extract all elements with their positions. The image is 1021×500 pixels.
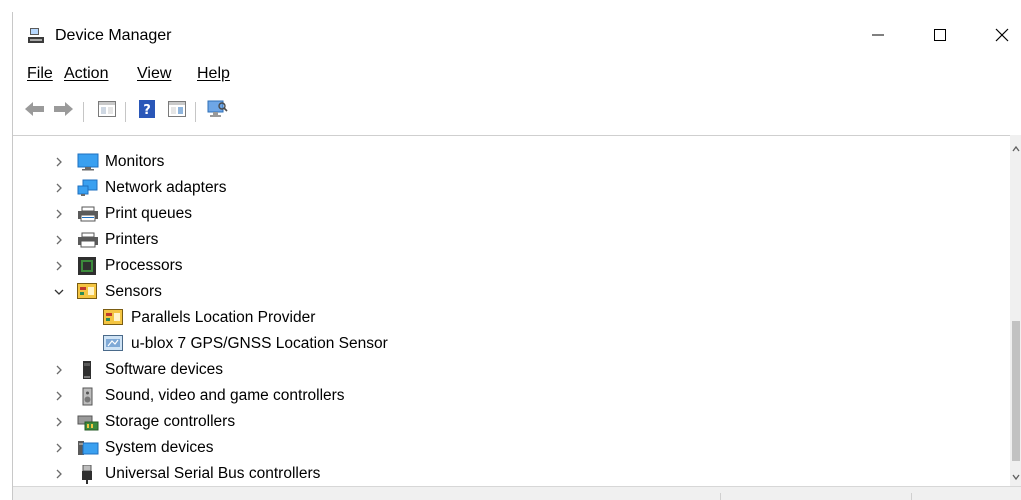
menu-bar: File Action View Help xyxy=(13,62,1021,86)
close-button[interactable] xyxy=(979,12,1021,58)
tree-item-processors[interactable]: Processors xyxy=(13,253,1003,279)
scan-hardware-icon xyxy=(206,100,228,122)
chevron-right-icon[interactable] xyxy=(53,390,65,402)
minimize-button[interactable] xyxy=(855,12,901,58)
tree-item-label: Printers xyxy=(105,231,159,248)
device-tree: Monitors Network adapters Print queues P… xyxy=(13,135,1010,486)
menu-file[interactable]: File xyxy=(27,65,53,83)
tree-item-sound-video-game[interactable]: Sound, video and game controllers xyxy=(13,383,1003,409)
help-button[interactable]: ? xyxy=(135,100,159,122)
tree-item-printers[interactable]: Printers xyxy=(13,227,1003,253)
sensor-icon xyxy=(77,283,97,301)
update-driver-button[interactable] xyxy=(165,100,189,122)
chevron-right-icon[interactable] xyxy=(53,260,65,272)
window-title: Device Manager xyxy=(55,27,172,44)
chevron-right-icon[interactable] xyxy=(53,442,65,454)
tree-item-label: Software devices xyxy=(105,361,224,378)
menu-view[interactable]: View xyxy=(137,65,171,83)
system-devices-icon xyxy=(77,439,99,457)
tree-item-network-adapters[interactable]: Network adapters xyxy=(13,175,1003,201)
sensor-device-icon xyxy=(103,309,123,327)
chevron-right-icon[interactable] xyxy=(53,208,65,220)
tree-item-parallels-location-provider[interactable]: Parallels Location Provider xyxy=(13,305,1003,331)
forward-arrow-icon xyxy=(52,101,74,121)
toolbar-separator xyxy=(195,102,196,122)
gps-sensor-icon xyxy=(103,335,123,353)
chevron-right-icon[interactable] xyxy=(53,156,65,168)
properties-button[interactable] xyxy=(95,100,119,122)
chevron-right-icon[interactable] xyxy=(53,416,65,428)
tree-item-ublox-gps-sensor[interactable]: u-blox 7 GPS/GNSS Location Sensor xyxy=(13,331,1003,357)
tree-item-label: Sound, video and game controllers xyxy=(105,387,345,404)
chevron-down-icon[interactable] xyxy=(53,286,65,298)
tree-item-label: Monitors xyxy=(105,153,165,170)
device-manager-app-icon xyxy=(27,27,45,45)
vertical-scrollbar[interactable] xyxy=(1010,135,1021,486)
toolbar: ? xyxy=(13,96,1021,124)
chevron-right-icon[interactable] xyxy=(53,364,65,376)
tree-item-print-queues[interactable]: Print queues xyxy=(13,201,1003,227)
speaker-icon xyxy=(77,387,97,406)
tree-item-label: Print queues xyxy=(105,205,193,222)
toolbar-separator xyxy=(125,102,126,122)
status-bar-separator xyxy=(911,493,912,500)
processor-icon xyxy=(77,257,97,275)
scroll-up-arrow-icon[interactable] xyxy=(1011,141,1021,152)
scan-hardware-button[interactable] xyxy=(205,100,229,122)
usb-icon xyxy=(77,464,97,484)
scroll-down-arrow-icon[interactable] xyxy=(1011,469,1021,481)
title-bar: Device Manager xyxy=(13,12,1021,58)
tree-item-label: u-blox 7 GPS/GNSS Location Sensor xyxy=(131,335,388,352)
tree-item-label: Sensors xyxy=(105,283,162,300)
chevron-right-icon[interactable] xyxy=(53,468,65,480)
toolbar-separator xyxy=(83,102,84,122)
storage-controller-icon xyxy=(77,413,99,431)
help-icon: ? xyxy=(138,100,156,122)
tree-item-label: Network adapters xyxy=(105,179,227,196)
chevron-right-icon[interactable] xyxy=(53,182,65,194)
back-button[interactable] xyxy=(23,100,47,122)
tree-item-usb-controllers[interactable]: Universal Serial Bus controllers xyxy=(13,461,1003,486)
properties-icon xyxy=(98,101,116,121)
tree-item-sensors[interactable]: Sensors xyxy=(13,279,1003,305)
status-bar xyxy=(13,486,1021,500)
top-strip xyxy=(0,0,1021,12)
tree-item-label: System devices xyxy=(105,439,214,456)
printer-queue-icon xyxy=(77,205,98,223)
tree-item-monitors[interactable]: Monitors xyxy=(13,149,1003,175)
tree-item-label: Universal Serial Bus controllers xyxy=(105,465,321,482)
printer-icon xyxy=(77,231,98,249)
forward-button[interactable] xyxy=(51,100,75,122)
tree-item-system-devices[interactable]: System devices xyxy=(13,435,1003,461)
tree-item-software-devices[interactable]: Software devices xyxy=(13,357,1003,383)
monitor-icon xyxy=(77,153,99,171)
scrollbar-thumb[interactable] xyxy=(1012,321,1020,461)
network-adapter-icon xyxy=(77,179,98,197)
update-driver-icon xyxy=(168,101,186,121)
svg-text:?: ? xyxy=(143,103,151,118)
chevron-right-icon[interactable] xyxy=(53,234,65,246)
software-device-icon xyxy=(77,361,97,379)
tree-item-label: Storage controllers xyxy=(105,413,236,430)
back-arrow-icon xyxy=(24,101,46,121)
tree-item-storage-controllers[interactable]: Storage controllers xyxy=(13,409,1003,435)
menu-help[interactable]: Help xyxy=(197,65,230,83)
tree-item-label: Parallels Location Provider xyxy=(131,309,316,326)
status-bar-separator xyxy=(720,493,721,500)
maximize-button[interactable] xyxy=(917,12,963,58)
device-manager-window: Device Manager File Action View Help ? M… xyxy=(12,12,1021,500)
menu-action[interactable]: Action xyxy=(64,65,108,83)
tree-item-label: Processors xyxy=(105,257,183,274)
